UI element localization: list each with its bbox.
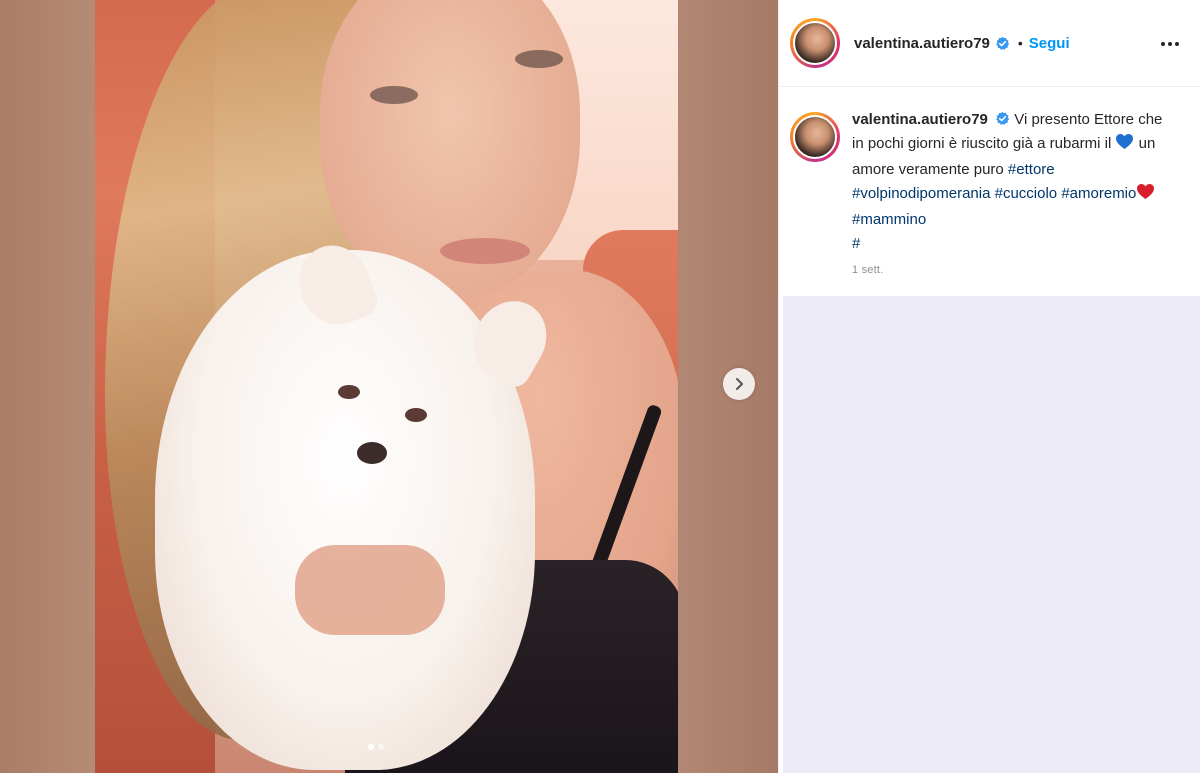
red-heart-icon — [1136, 183, 1155, 208]
hashtag-link[interactable]: #volpinodipomerania — [852, 185, 990, 202]
carousel-indicator — [368, 744, 384, 750]
photo-eye-right — [515, 50, 563, 68]
post-side-panel: valentina.autiero79 • Segui valentina.au… — [778, 0, 1200, 773]
caption-text: valentina.autiero79 Vi presento Ettore c… — [852, 108, 1172, 256]
blue-heart-icon — [1115, 133, 1134, 158]
header-separator: • — [1017, 35, 1023, 51]
caption-username[interactable]: valentina.autiero79 — [852, 111, 988, 128]
caption-area: valentina.autiero79 Vi presento Ettore c… — [779, 87, 1200, 256]
photo-dog-nose — [357, 442, 387, 464]
verified-badge-icon — [995, 36, 1010, 51]
avatar — [793, 21, 837, 65]
hashtag-link[interactable]: #ettore — [1008, 161, 1055, 178]
post-header: valentina.autiero79 • Segui — [779, 0, 1200, 87]
verified-badge-icon — [995, 111, 1010, 126]
photo-dog-eye-right — [405, 408, 427, 422]
chevron-right-icon — [736, 378, 743, 390]
hashtag-link[interactable]: #cucciolo — [995, 185, 1058, 202]
post-timestamp[interactable]: 1 sett. — [852, 264, 1200, 276]
photo-eye-left — [370, 86, 418, 104]
avatar — [793, 115, 837, 159]
carousel-dot — [378, 744, 384, 750]
photo-dog-eye-left — [338, 385, 360, 399]
more-options-icon[interactable] — [1158, 32, 1182, 56]
hashtag-link[interactable]: #mammino — [852, 211, 926, 228]
post-photo[interactable] — [95, 0, 678, 773]
post-media — [0, 0, 778, 773]
more-dot — [1175, 42, 1179, 46]
caption-avatar-ring[interactable] — [790, 112, 840, 162]
carousel-next-button[interactable] — [723, 368, 755, 400]
header-avatar-ring[interactable] — [790, 18, 840, 68]
more-dot — [1168, 42, 1172, 46]
header-username[interactable]: valentina.autiero79 — [854, 35, 990, 52]
comments-area — [783, 296, 1200, 773]
photo-hand — [295, 545, 445, 635]
follow-button[interactable]: Segui — [1029, 35, 1070, 52]
hashtag-link[interactable]: #amoremio — [1061, 185, 1136, 202]
more-dot — [1161, 42, 1165, 46]
photo-lips — [440, 238, 530, 264]
carousel-dot-active — [368, 744, 374, 750]
hashtag-link[interactable]: # — [852, 235, 860, 252]
